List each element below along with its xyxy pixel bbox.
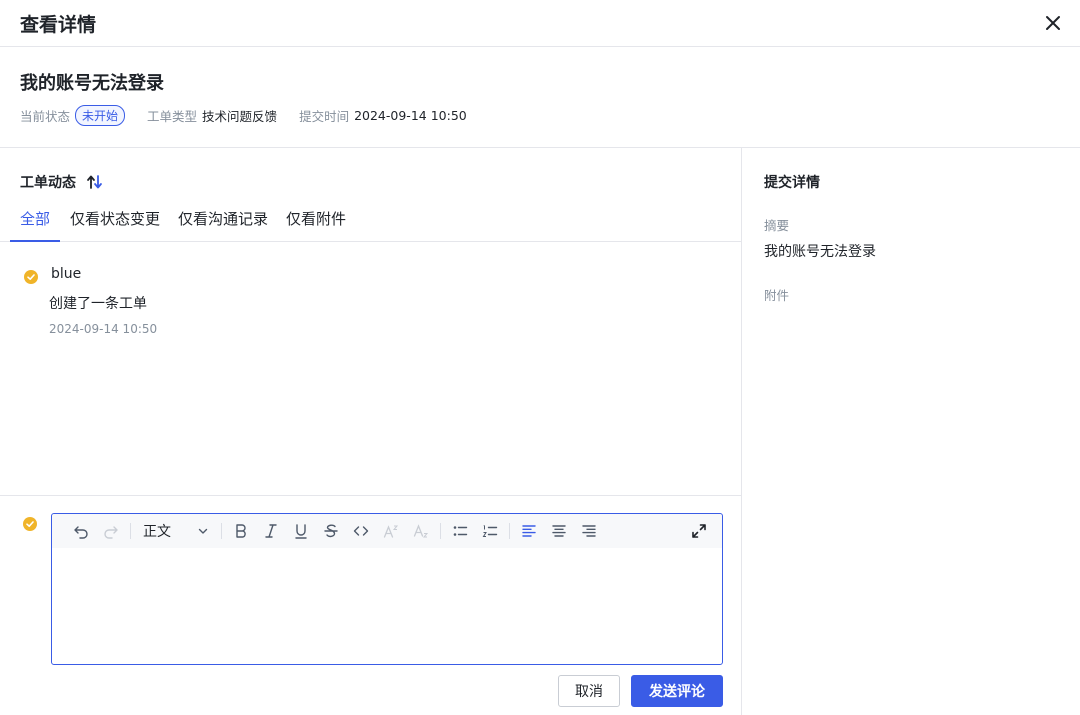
check-icon — [23, 517, 37, 531]
align-center-icon — [552, 525, 566, 537]
bullet-list-button[interactable] — [445, 519, 475, 543]
bold-icon — [236, 524, 246, 538]
activity-time: 2024-09-14 10:50 — [49, 322, 158, 336]
summary-label: 摘要 — [764, 218, 790, 233]
activity-panel: 工单动态 全部 仅看状态变更 仅看沟通记录 仅看附件 blue 创建了一条工单 … — [0, 148, 742, 715]
type-value: 技术问题反馈 — [202, 109, 278, 124]
submit-time-label: 提交时间 — [299, 109, 350, 124]
bullet-list-icon — [453, 526, 468, 536]
align-right-button[interactable] — [574, 519, 604, 543]
align-right-icon — [582, 525, 596, 537]
ticket-summary: 我的账号无法登录 当前状态 未开始 工单类型 技术问题反馈 提交时间 2024-… — [0, 47, 1080, 148]
toolbar-divider — [221, 523, 222, 539]
comment-area: 正文 取消 发送评论 — [0, 495, 741, 715]
summary-value: 我的账号无法登录 — [764, 244, 876, 260]
toolbar-divider — [130, 523, 131, 539]
undo-button[interactable] — [66, 519, 96, 543]
undo-icon — [74, 526, 88, 539]
superscript-button[interactable] — [376, 519, 406, 543]
strikethrough-icon — [324, 524, 338, 538]
cancel-button[interactable]: 取消 — [558, 675, 620, 707]
tab-attachments[interactable]: 仅看附件 — [286, 208, 346, 242]
fullscreen-button[interactable] — [684, 519, 714, 543]
align-left-icon — [522, 525, 536, 537]
code-button[interactable] — [346, 519, 376, 543]
tab-status-changes[interactable]: 仅看状态变更 — [70, 208, 160, 242]
underline-icon — [295, 524, 307, 539]
paragraph-style-value: 正文 — [143, 524, 171, 540]
tab-communication[interactable]: 仅看沟通记录 — [178, 208, 268, 242]
close-icon — [1046, 16, 1060, 30]
expand-icon — [692, 524, 706, 538]
redo-button[interactable] — [96, 519, 126, 543]
close-button[interactable] — [1044, 14, 1062, 32]
bold-button[interactable] — [226, 519, 256, 543]
underline-button[interactable] — [286, 519, 316, 543]
numbered-list-icon — [482, 525, 498, 537]
superscript-icon — [383, 525, 399, 538]
send-comment-button[interactable]: 发送评论 — [631, 675, 723, 707]
attachment-label: 附件 — [764, 288, 790, 303]
comment-input[interactable] — [52, 548, 722, 664]
check-icon — [24, 270, 38, 284]
details-title: 提交详情 — [764, 175, 820, 191]
details-panel: 提交详情 摘要 我的账号无法登录 附件 — [742, 148, 1080, 715]
activity-title: 工单动态 — [20, 172, 104, 192]
toolbar-divider — [509, 523, 510, 539]
type-label: 工单类型 — [147, 109, 198, 124]
subscript-icon — [413, 524, 429, 538]
comment-editor: 正文 — [51, 513, 723, 665]
activity-tabs: 全部 仅看状态变更 仅看沟通记录 仅看附件 — [0, 198, 742, 242]
dialog-header: 查看详情 — [0, 0, 1080, 47]
italic-icon — [265, 524, 277, 538]
activity-text: 创建了一条工单 — [49, 296, 147, 312]
chevron-down-icon — [198, 528, 208, 534]
status-label: 当前状态 — [20, 109, 71, 124]
activity-title-text: 工单动态 — [20, 175, 76, 191]
ticket-title: 我的账号无法登录 — [20, 73, 164, 94]
submit-time-value: 2024-09-14 10:50 — [354, 108, 467, 123]
align-center-button[interactable] — [544, 519, 574, 543]
align-left-button[interactable] — [514, 519, 544, 543]
italic-button[interactable] — [256, 519, 286, 543]
numbered-list-button[interactable] — [475, 519, 505, 543]
toolbar-divider — [440, 523, 441, 539]
sort-icon[interactable] — [86, 174, 104, 190]
strikethrough-button[interactable] — [316, 519, 346, 543]
subscript-button[interactable] — [406, 519, 436, 543]
paragraph-style-select[interactable]: 正文 — [135, 519, 217, 543]
activity-user: blue — [51, 266, 82, 282]
status-badge: 未开始 — [75, 105, 126, 126]
editor-toolbar: 正文 — [52, 514, 722, 548]
dialog-title: 查看详情 — [20, 14, 97, 36]
redo-icon — [104, 526, 118, 539]
code-icon — [353, 526, 369, 536]
ticket-meta: 当前状态 未开始 工单类型 技术问题反馈 提交时间 2024-09-14 10:… — [20, 105, 489, 126]
tab-all[interactable]: 全部 — [9, 208, 61, 242]
